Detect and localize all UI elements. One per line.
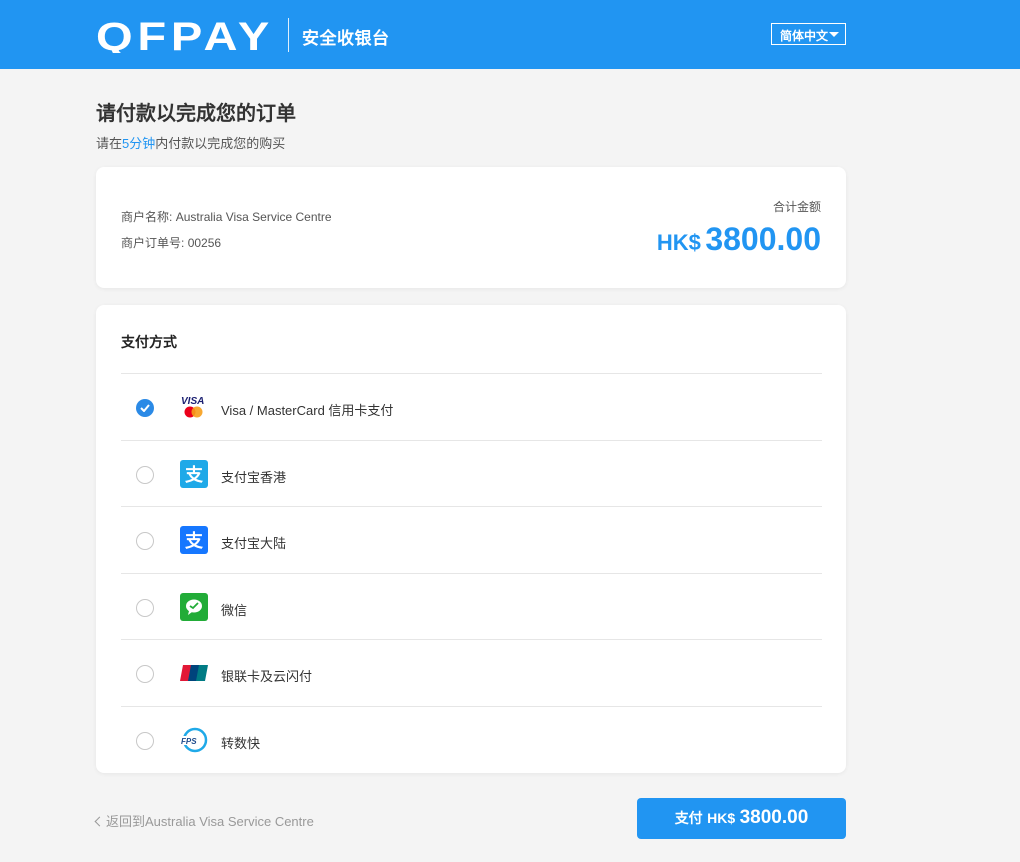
subtitle-prefix: 请在 (96, 136, 123, 151)
pay-button[interactable]: 支付 HK$ 3800.00 (637, 798, 846, 839)
pay-label: 支付 (674, 810, 703, 826)
chevron-left-icon (94, 816, 105, 827)
payment-method-label: 支付宝香港 (221, 469, 287, 485)
fps-icon: FPS (180, 727, 208, 753)
payment-method-fps[interactable]: FPS 转数快 (121, 705, 822, 773)
merchant-name-label: 商户名称: (121, 210, 173, 224)
payment-method-label: Visa / MasterCard 信用卡支付 (221, 403, 394, 418)
pay-currency: HK$ (707, 810, 736, 826)
svg-text:FPS: FPS (181, 737, 197, 746)
unionpay-icon (180, 665, 208, 682)
order-number: 00256 (187, 236, 222, 250)
order-number-label: 商户订单号: (121, 236, 185, 250)
visa-mastercard-icon: VISA (181, 396, 204, 418)
payment-method-visa-mastercard[interactable]: VISA Visa / MasterCard 信用卡支付 (121, 373, 822, 440)
total-currency: HK$ (656, 230, 701, 255)
pay-amount: 3800.00 (739, 807, 809, 828)
payment-method-wechat[interactable]: 微信 (121, 572, 822, 640)
alipay-hk-icon: 支 (180, 459, 208, 488)
payment-method-list: VISA Visa / MasterCard 信用卡支付 支 支付宝香港 支 支… (121, 373, 822, 773)
total-amount: HK$ 3800.00 (657, 221, 821, 258)
time-limit: 5分钟 (122, 136, 156, 151)
svg-text:VISA: VISA (181, 396, 204, 407)
payment-method-label: 银联卡及云闪付 (221, 669, 313, 685)
language-label: 简体中文 (780, 29, 829, 43)
total-value: 3800.00 (705, 221, 821, 257)
radio-icon[interactable] (136, 665, 154, 684)
radio-icon[interactable] (136, 731, 154, 750)
qfpay-logo: QFPAY (96, 17, 274, 53)
top-bar: QFPAY 安全收银台 简体中文 (0, 0, 1020, 69)
svg-text:支: 支 (184, 464, 204, 486)
payment-method-label: 微信 (221, 602, 248, 618)
merchant-name-row: 商户名称: Australia Visa Service Centre (121, 208, 332, 225)
payment-method-alipay-hk[interactable]: 支 支付宝香港 (121, 439, 822, 507)
payment-method-label: 转数快 (221, 735, 261, 751)
wechat-icon (180, 592, 208, 621)
back-to-merchant-link[interactable]: 返回到Australia Visa Service Centre (94, 811, 314, 830)
caret-down-icon (829, 32, 839, 37)
radio-checked-icon[interactable] (136, 399, 154, 417)
header-subtitle: 安全收银台 (302, 29, 390, 48)
total-label: 合计金额 (772, 200, 821, 214)
radio-icon[interactable] (136, 598, 154, 617)
page-title: 请付款以完成您的订单 (96, 103, 296, 125)
back-link-text: 返回到Australia Visa Service Centre (106, 814, 314, 829)
payment-method-label: 支付宝大陆 (221, 536, 287, 552)
logo-divider (288, 18, 289, 52)
subtitle-suffix: 内付款以完成您的购买 (155, 136, 286, 151)
page-subtitle: 请在5分钟内付款以完成您的购买 (96, 133, 285, 152)
payment-method-alipay[interactable]: 支 支付宝大陆 (121, 506, 822, 573)
order-summary-card: 商户名称: Australia Visa Service Centre 商户订单… (96, 167, 846, 288)
svg-text:支: 支 (184, 530, 204, 552)
payment-methods-title: 支付方式 (121, 334, 177, 350)
merchant-name: Australia Visa Service Centre (175, 210, 332, 224)
payment-method-unionpay[interactable]: 银联卡及云闪付 (121, 639, 822, 706)
order-number-row: 商户订单号: 00256 (121, 234, 221, 251)
svg-text:QFPAY: QFPAY (96, 17, 274, 53)
alipay-icon: 支 (180, 526, 208, 555)
payment-methods-card: 支付方式 VISA Visa / MasterCard 信用卡支付 支 支付宝香… (96, 305, 846, 773)
radio-icon[interactable] (136, 465, 154, 484)
radio-icon[interactable] (136, 532, 154, 551)
language-select[interactable]: 简体中文 (771, 23, 846, 45)
